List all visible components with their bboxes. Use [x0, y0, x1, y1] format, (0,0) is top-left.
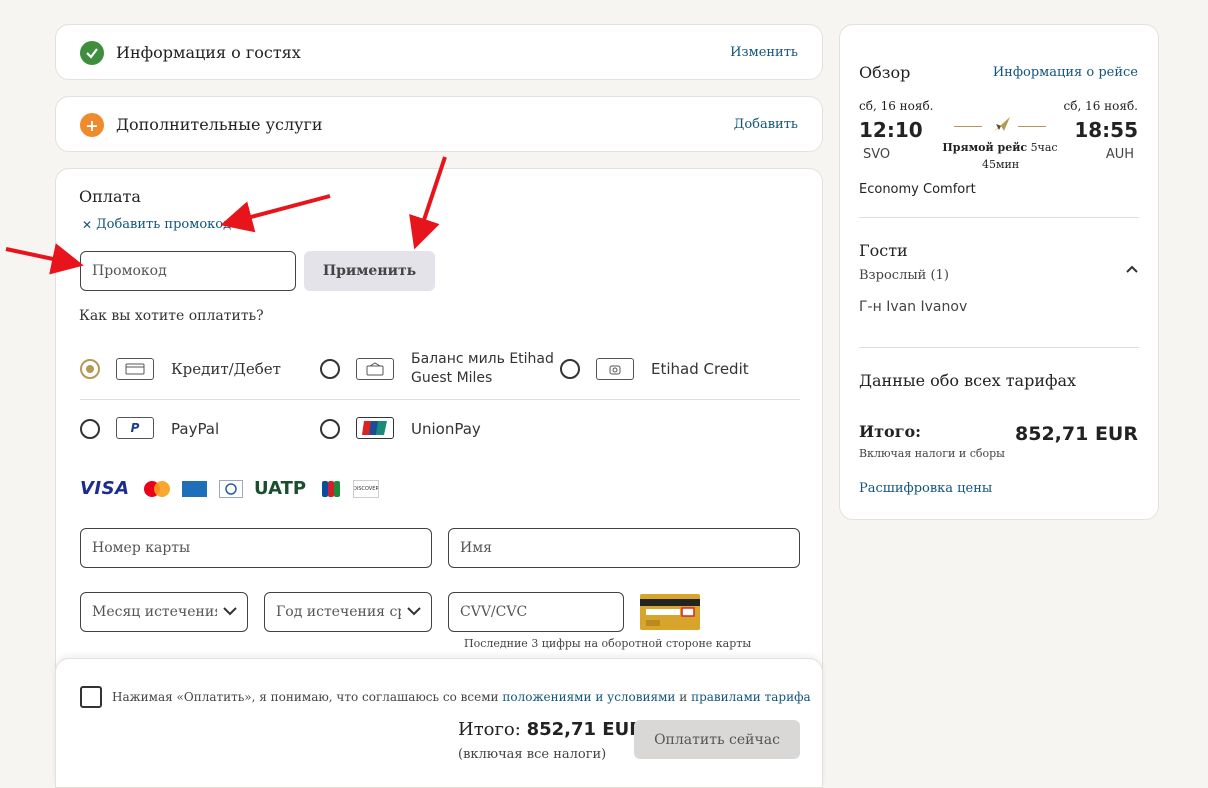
arrow-to-promo-toggle [220, 194, 331, 233]
arrow-to-promo-input [5, 243, 84, 275]
annotation-arrows [5, 156, 447, 275]
arrow-to-apply-button [409, 156, 447, 250]
